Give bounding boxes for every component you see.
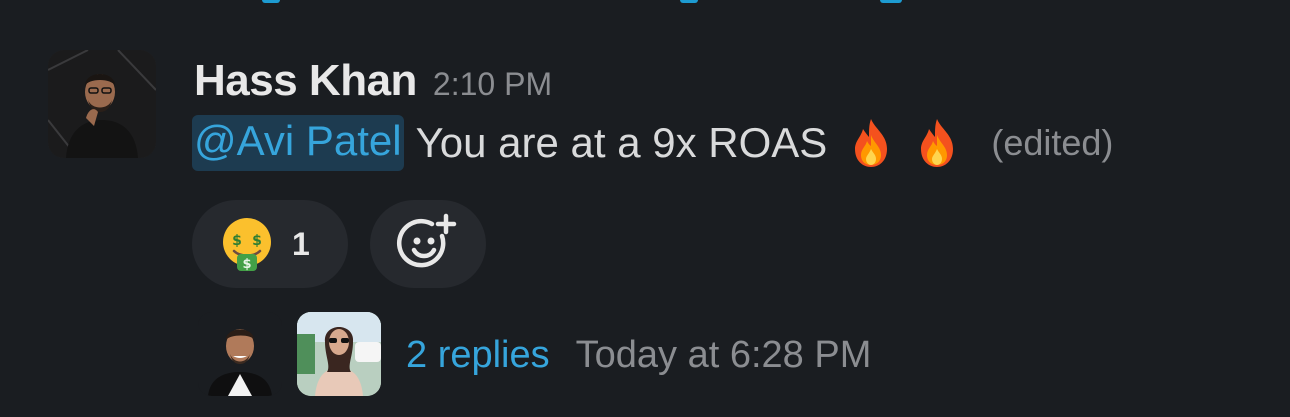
reply-avatar-photo: [297, 312, 381, 396]
thread-summary: 2 replies Today at 6:28 PM: [406, 332, 871, 378]
reply-avatar-photo: [198, 312, 282, 396]
reply-avatar[interactable]: [198, 312, 282, 396]
sender-avatar[interactable]: [48, 50, 156, 158]
reaction-count: 1: [292, 225, 310, 262]
avatar-photo: [48, 50, 156, 158]
previous-message-remnant: [0, 0, 1290, 6]
edited-label: (edited): [991, 122, 1114, 163]
svg-text:$: $: [252, 233, 262, 249]
reaction-money-mouth[interactable]: $ $ $ 1: [192, 200, 348, 288]
reply-avatar[interactable]: [297, 312, 381, 396]
message-timestamp[interactable]: 2:10 PM: [433, 66, 552, 103]
sender-name[interactable]: Hass Khan: [194, 56, 417, 106]
add-reaction-button[interactable]: [370, 200, 486, 288]
money-mouth-face-icon: $ $ $: [223, 218, 271, 272]
message-text: You are at a 9x ROAS: [415, 119, 828, 166]
add-reaction-icon: [396, 213, 457, 268]
svg-text:$: $: [232, 233, 242, 249]
svg-text:$: $: [242, 257, 251, 272]
message-view: Hass Khan 2:10 PM @Avi Patel You are at …: [0, 0, 1290, 417]
user-mention[interactable]: @Avi Patel: [192, 115, 404, 171]
fire-emoji-icon: [855, 119, 888, 167]
replies-link[interactable]: 2 replies: [406, 334, 550, 377]
message-header: Hass Khan 2:10 PM: [194, 56, 552, 108]
last-reply-time: Today at 6:28 PM: [575, 333, 872, 376]
message-body: @Avi Patel You are at a 9x ROAS (edited): [192, 112, 1113, 174]
fire-emoji-icon: [921, 119, 954, 167]
